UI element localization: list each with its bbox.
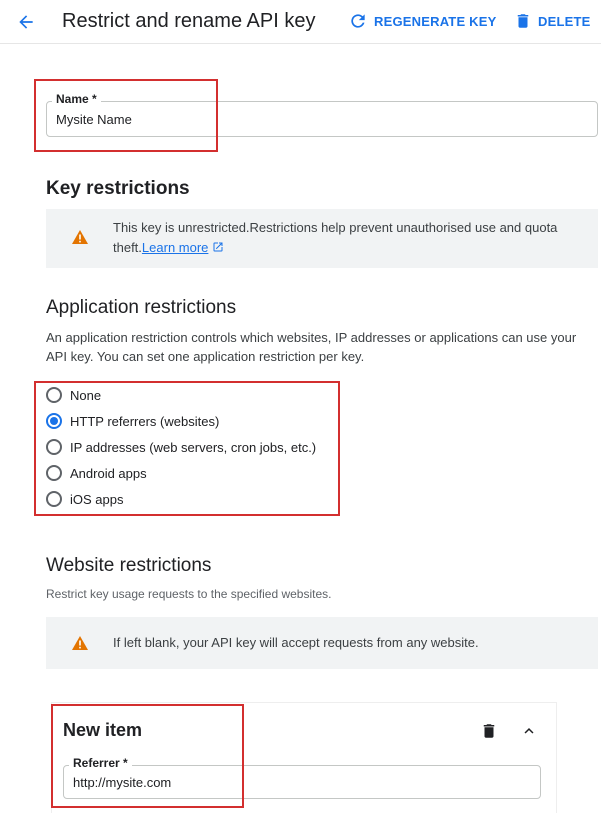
warning-icon bbox=[72, 230, 88, 244]
unrestricted-warning-banner: This key is unrestricted.Restrictions he… bbox=[46, 209, 598, 268]
warning-icon bbox=[72, 636, 88, 650]
radio-button-selected[interactable] bbox=[46, 413, 62, 429]
name-field-label: Name * bbox=[52, 92, 101, 106]
application-restrictions-description: An application restriction controls whic… bbox=[46, 328, 598, 366]
regenerate-key-button[interactable]: REGENERATE KEY bbox=[348, 11, 496, 31]
delete-button[interactable]: DELETE bbox=[514, 11, 590, 31]
regenerate-key-label: REGENERATE KEY bbox=[374, 13, 497, 29]
refresh-icon bbox=[351, 14, 365, 28]
radio-button[interactable] bbox=[46, 387, 62, 403]
unrestricted-warning-line1: This key is unrestricted.Restrictions he… bbox=[113, 220, 558, 235]
arrow-back-icon bbox=[19, 15, 33, 29]
radio-label-none: None bbox=[70, 387, 102, 403]
unrestricted-warning-text: This key is unrestricted.Restrictions he… bbox=[113, 218, 593, 258]
key-restrictions-heading: Key restrictions bbox=[46, 178, 190, 199]
radio-option-ios-apps[interactable]: iOS apps bbox=[46, 488, 123, 510]
referrer-field-label: Referrer * bbox=[69, 756, 132, 770]
back-button[interactable] bbox=[12, 8, 40, 36]
page-title: Restrict and rename API key bbox=[62, 10, 316, 32]
collapse-button[interactable] bbox=[517, 719, 541, 743]
radio-label-http-referrers: HTTP referrers (websites) bbox=[70, 413, 220, 429]
delete-item-button[interactable] bbox=[477, 719, 501, 743]
radio-button[interactable] bbox=[46, 491, 62, 507]
external-link-icon[interactable] bbox=[212, 241, 224, 253]
radio-option-ip-addresses[interactable]: IP addresses (web servers, cron jobs, et… bbox=[46, 436, 316, 458]
name-field[interactable]: Mysite Name bbox=[46, 101, 598, 137]
name-field-value: Mysite Name bbox=[56, 112, 132, 127]
radio-label-ip-addresses: IP addresses (web servers, cron jobs, et… bbox=[70, 439, 317, 455]
new-item-title: New item bbox=[63, 720, 143, 740]
radio-button[interactable] bbox=[46, 439, 62, 455]
radio-option-http-referrers[interactable]: HTTP referrers (websites) bbox=[46, 410, 219, 432]
unrestricted-warning-line2: theft. bbox=[113, 240, 142, 255]
radio-label-ios-apps: iOS apps bbox=[70, 491, 124, 507]
application-restrictions-heading: Application restrictions bbox=[46, 297, 237, 318]
chevron-up-icon bbox=[524, 728, 534, 734]
website-restrictions-description: Restrict key usage requests to the speci… bbox=[46, 587, 332, 601]
radio-option-android-apps[interactable]: Android apps bbox=[46, 462, 147, 484]
trash-icon bbox=[517, 14, 529, 28]
referrer-field[interactable]: http://mysite.com bbox=[63, 765, 541, 799]
radio-label-android-apps: Android apps bbox=[70, 465, 147, 481]
application-restrictions-description-line1: An application restriction controls whic… bbox=[46, 330, 577, 345]
radio-button[interactable] bbox=[46, 465, 62, 481]
referrer-field-value: http://mysite.com bbox=[73, 775, 172, 790]
blank-referrer-warning-banner: If left blank, your API key will accept … bbox=[46, 617, 598, 669]
blank-referrer-warning-text: If left blank, your API key will accept … bbox=[113, 635, 479, 650]
application-restrictions-description-line2: API key. You can set one application res… bbox=[46, 349, 365, 364]
delete-label: DELETE bbox=[538, 13, 591, 29]
app-header: Restrict and rename API key REGENERATE K… bbox=[0, 0, 601, 44]
radio-option-none[interactable]: None bbox=[46, 384, 101, 406]
website-restrictions-heading: Website restrictions bbox=[46, 555, 212, 576]
trash-icon bbox=[483, 724, 495, 738]
learn-more-link[interactable]: Learn more bbox=[142, 240, 208, 255]
